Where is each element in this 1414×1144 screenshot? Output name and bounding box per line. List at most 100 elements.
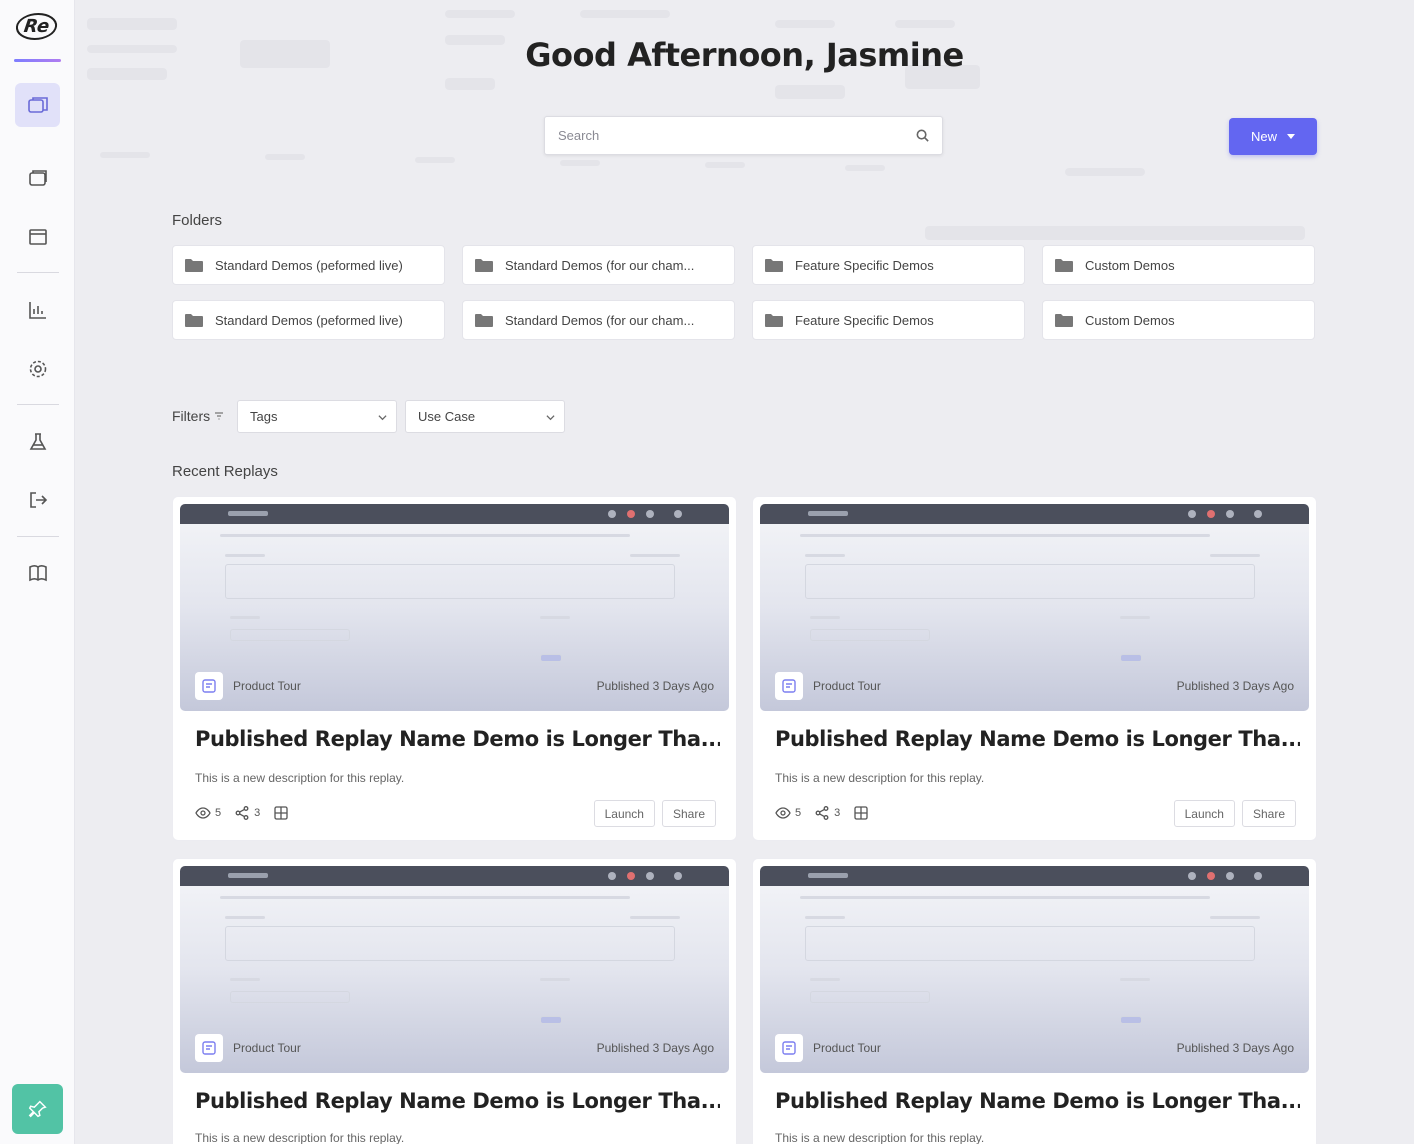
product-tour-icon (775, 672, 803, 700)
folder-item[interactable]: Standard Demos (for our cham... (462, 300, 735, 340)
replay-title[interactable]: Published Replay Name Demo is Longer Tha… (775, 1089, 1300, 1113)
replay-description: This is a new description for this repla… (775, 771, 985, 785)
replay-thumbnail: Product Tour Published 3 Days Ago (180, 504, 729, 711)
sidebar-item-settings[interactable] (15, 347, 60, 391)
eye-icon (195, 807, 211, 819)
published-date: Published 3 Days Ago (596, 1041, 714, 1055)
thumbnail-toolbar (180, 504, 729, 524)
tags-select[interactable]: Tags (237, 400, 397, 433)
replay-description: This is a new description for this repla… (195, 771, 405, 785)
folder-item[interactable]: Standard Demos (peformed live) (172, 300, 445, 340)
book-icon (28, 565, 47, 582)
search-box (544, 116, 943, 155)
views-count: 5 (215, 807, 222, 819)
sidebar-divider (17, 272, 59, 273)
pin-icon (28, 1100, 47, 1118)
replay-card[interactable]: Product Tour Published 3 Days Ago Publis… (172, 858, 737, 1144)
use-case-select[interactable]: Use Case (405, 400, 565, 433)
embed-stat[interactable] (853, 805, 869, 821)
sidebar-item-windows[interactable] (15, 157, 60, 201)
browser-icon (28, 229, 47, 245)
replay-description: This is a new description for this repla… (195, 1131, 405, 1144)
thumbnail-footer: Product Tour Published 3 Days Ago (775, 1033, 1294, 1063)
folder-icon (185, 259, 203, 272)
sidebar-divider (17, 404, 59, 405)
replay-thumbnail: Product Tour Published 3 Days Ago (760, 866, 1309, 1073)
thumbnail-footer: Product Tour Published 3 Days Ago (195, 671, 714, 701)
folder-label: Custom Demos (1085, 257, 1175, 273)
folder-label: Custom Demos (1085, 312, 1175, 328)
folder-icon (1055, 314, 1073, 327)
folder-icon (475, 314, 493, 327)
views-stat: 5 (775, 805, 801, 821)
folder-item[interactable]: Standard Demos (peformed live) (172, 245, 445, 285)
folder-icon (185, 314, 203, 327)
embed-stat[interactable] (273, 805, 289, 821)
folder-icon (765, 314, 783, 327)
thumbnail-footer: Product Tour Published 3 Days Ago (775, 671, 1294, 701)
sidebar-item-logout[interactable] (15, 478, 60, 522)
replay-card[interactable]: Product Tour Published 3 Days Ago Publis… (752, 858, 1317, 1144)
launch-button[interactable]: Launch (1173, 800, 1235, 827)
filters-label: Filters (172, 408, 224, 424)
search-input[interactable] (545, 117, 905, 154)
replay-description: This is a new description for this repla… (775, 1131, 985, 1144)
sidebar-item-analytics[interactable] (15, 288, 60, 332)
chevron-down-icon (378, 415, 387, 421)
sidebar-pin-button[interactable] (12, 1084, 63, 1134)
tags-select-value: Tags (250, 409, 278, 424)
sidebar-item-replays[interactable] (15, 83, 60, 127)
folder-icon (475, 259, 493, 272)
folders-heading: Folders (172, 212, 223, 229)
folder-item[interactable]: Custom Demos (1042, 300, 1315, 340)
shares-stat: 3 (814, 805, 840, 821)
replay-stats: 5 3 (195, 805, 289, 821)
flask-icon (29, 433, 46, 450)
replay-card[interactable]: Product Tour Published 3 Days Ago Publis… (752, 496, 1317, 841)
share-button[interactable]: Share (661, 800, 716, 827)
new-button[interactable]: New (1229, 118, 1317, 155)
folder-icon (1055, 259, 1073, 272)
sidebar-divider (17, 536, 59, 537)
folder-item[interactable]: Standard Demos (for our cham... (462, 245, 735, 285)
replay-thumbnail: Product Tour Published 3 Days Ago (180, 866, 729, 1073)
filter-icon (215, 412, 224, 420)
folder-item[interactable]: Feature Specific Demos (752, 300, 1025, 340)
card-actions: Launch Share (593, 800, 716, 827)
thumbnail-toolbar (760, 866, 1309, 886)
launch-button[interactable]: Launch (593, 800, 655, 827)
replay-title[interactable]: Published Replay Name Demo is Longer Tha… (195, 727, 720, 751)
folder-item[interactable]: Feature Specific Demos (752, 245, 1025, 285)
thumbnail-toolbar (180, 866, 729, 886)
replay-type: Product Tour (233, 679, 301, 693)
search-icon[interactable] (915, 128, 930, 143)
thumbnail-toolbar (760, 504, 1309, 524)
replay-card[interactable]: Product Tour Published 3 Days Ago Publis… (172, 496, 737, 841)
share-icon (235, 806, 249, 820)
share-button[interactable]: Share (1241, 800, 1296, 827)
product-tour-icon (195, 1034, 223, 1062)
sidebar-item-lab[interactable] (15, 420, 60, 464)
card-actions: Launch Share (1173, 800, 1296, 827)
folder-item[interactable]: Custom Demos (1042, 245, 1315, 285)
replay-type: Product Tour (813, 1041, 881, 1055)
sidebar-item-browser[interactable] (15, 215, 60, 259)
replay-stats: 5 3 (775, 805, 869, 821)
replay-title[interactable]: Published Replay Name Demo is Longer Tha… (775, 727, 1300, 751)
replay-title[interactable]: Published Replay Name Demo is Longer Tha… (195, 1089, 720, 1113)
caret-down-icon (1287, 134, 1295, 139)
product-tour-icon (775, 1034, 803, 1062)
folder-label: Standard Demos (for our cham... (505, 257, 695, 273)
app-logo[interactable]: Re (13, 10, 61, 42)
grid-icon (274, 806, 288, 820)
published-date: Published 3 Days Ago (596, 679, 714, 693)
gear-icon (29, 360, 46, 378)
folders-icon (27, 97, 48, 113)
main-content: Good Afternoon, Jasmine New Folders Stan… (75, 0, 1414, 1144)
folder-label: Standard Demos (for our cham... (505, 312, 695, 328)
folder-label: Feature Specific Demos (795, 312, 934, 328)
shares-count: 3 (834, 807, 841, 819)
page-greeting: Good Afternoon, Jasmine (525, 36, 964, 74)
sidebar-item-docs[interactable] (15, 551, 60, 595)
window-icon (28, 170, 47, 186)
